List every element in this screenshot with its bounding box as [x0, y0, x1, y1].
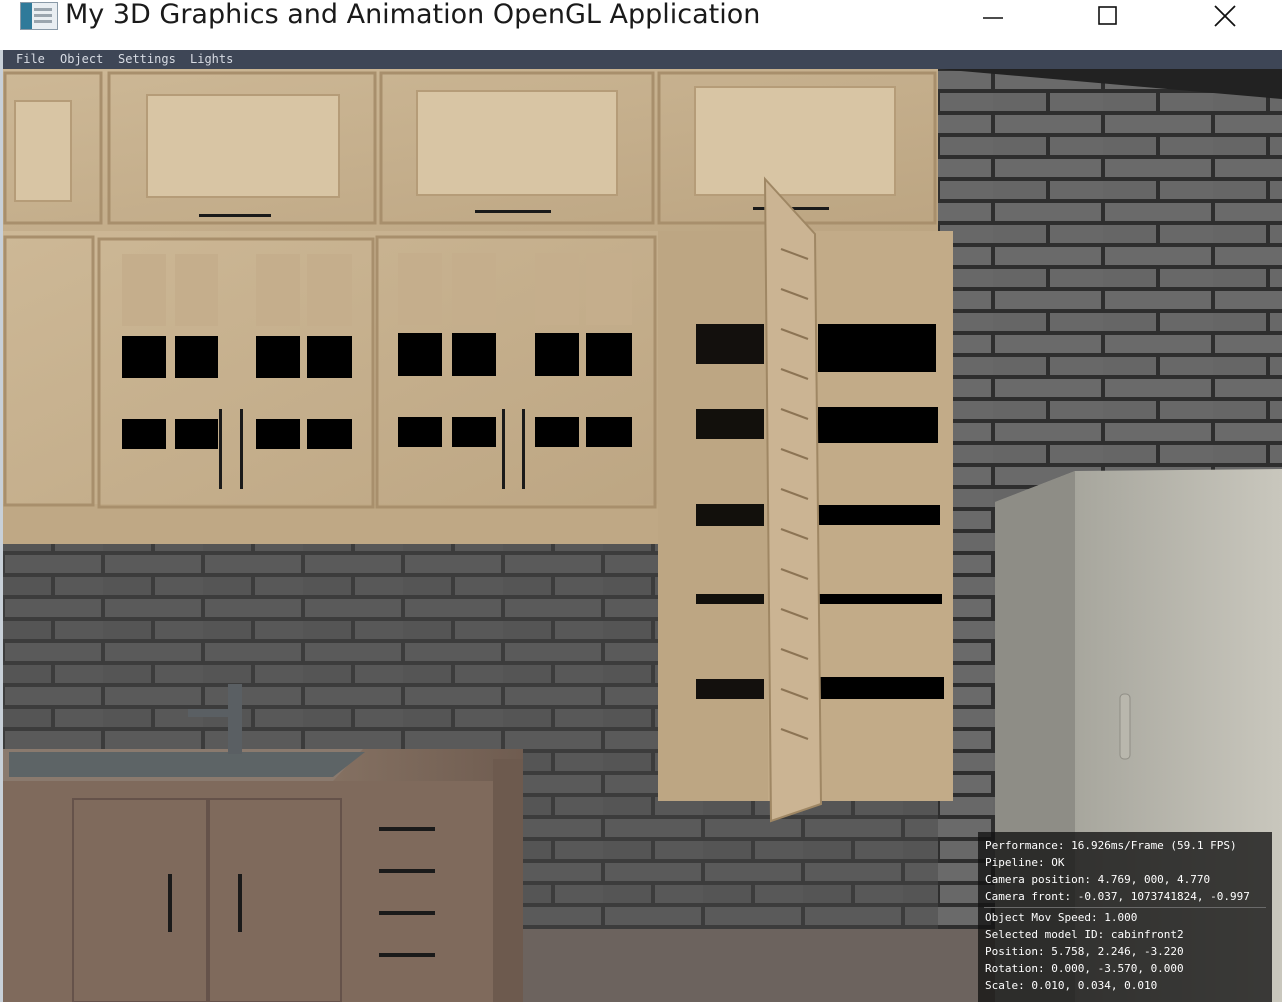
debug-info-panel: Performance: 16.926ms/Frame (59.1 FPS) P… [978, 832, 1272, 1002]
menu-lights[interactable]: Lights [190, 52, 233, 66]
rotation-readout: Rotation: 0.000, -3.570, 0.000 [985, 962, 1184, 975]
minimize-icon [983, 17, 1003, 19]
object-speed-readout: Object Mov Speed: 1.000 [985, 911, 1138, 924]
pipeline-status: Pipeline: OK [985, 856, 1065, 869]
menu-bar: File Object Settings Lights [0, 50, 1282, 69]
position-readout: Position: 5.758, 2.246, -3.220 [985, 945, 1184, 958]
camera-position-readout: Camera position: 4.769, 000, 4.770 [985, 873, 1211, 886]
window-title: My 3D Graphics and Animation OpenGL Appl… [65, 0, 761, 30]
close-icon [1214, 5, 1236, 27]
scale-readout: Scale: 0.010, 0.034, 0.010 [985, 979, 1158, 992]
menu-object[interactable]: Object [60, 52, 103, 66]
selected-model-readout: Selected model ID: cabinfront2 [985, 928, 1184, 941]
minimize-button[interactable] [963, 0, 1023, 32]
menu-file[interactable]: File [16, 52, 45, 66]
menu-settings[interactable]: Settings [118, 52, 176, 66]
performance-readout: Performance: 16.926ms/Frame (59.1 FPS) [985, 839, 1237, 852]
camera-front-readout: Camera front: -0.037, 1073741824, -0.997 [985, 890, 1250, 903]
close-button[interactable] [1195, 0, 1255, 32]
maximize-button[interactable] [1078, 0, 1138, 32]
app-window-icon [20, 2, 58, 30]
overlay-divider [984, 907, 1266, 908]
maximize-icon [1098, 6, 1117, 25]
window-titlebar[interactable]: My 3D Graphics and Animation OpenGL Appl… [0, 0, 1282, 50]
